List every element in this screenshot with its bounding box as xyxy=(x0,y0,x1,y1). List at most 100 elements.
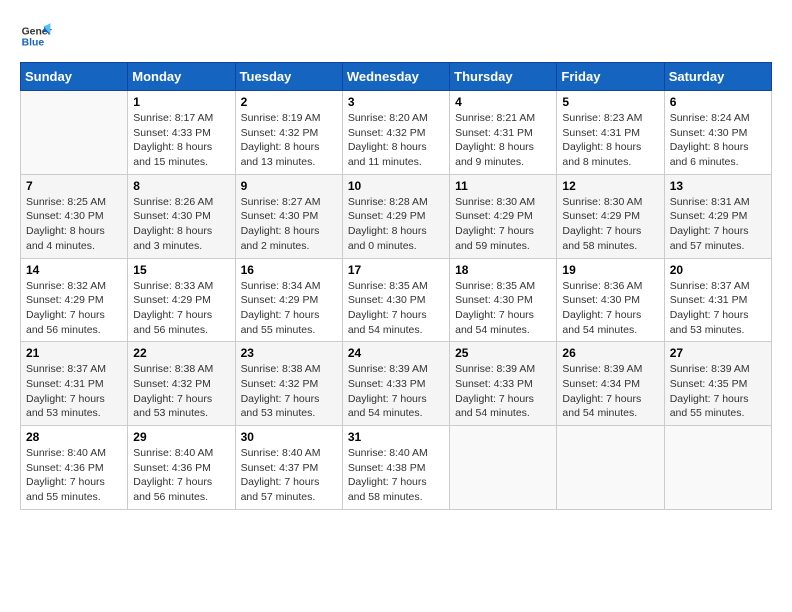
calendar-day-cell: 28 Sunrise: 8:40 AM Sunset: 4:36 PM Dayli… xyxy=(21,426,128,510)
day-number: 21 xyxy=(26,346,122,360)
day-number: 28 xyxy=(26,430,122,444)
day-number: 14 xyxy=(26,263,122,277)
calendar-day-cell: 11Sunrise: 8:30 AM Sunset: 4:29 PM Dayli… xyxy=(450,174,557,258)
empty-cell xyxy=(664,426,771,510)
logo-icon: General Blue xyxy=(20,20,52,52)
day-number: 5 xyxy=(562,95,658,109)
day-info: Sunrise: 8:31 AM Sunset: 4:29 PM Dayligh… xyxy=(670,195,766,254)
calendar-day-cell: 6Sunrise: 8:24 AM Sunset: 4:30 PM Daylig… xyxy=(664,91,771,175)
day-info: Sunrise: 8:37 AM Sunset: 4:31 PM Dayligh… xyxy=(26,362,122,421)
day-number: 2 xyxy=(241,95,337,109)
calendar-day-cell: 18 Sunrise: 8:35 AM Sunset: 4:30 PM Dayli… xyxy=(450,258,557,342)
day-number: 12 xyxy=(562,179,658,193)
day-info: Sunrise: 8:26 AM Sunset: 4:30 PM Dayligh… xyxy=(133,195,229,254)
day-number: 27 xyxy=(670,346,766,360)
day-info: Sunrise: 8:30 AM Sunset: 4:29 PM Dayligh… xyxy=(455,195,551,254)
day-info: Sunrise: 8:38 AM Sunset: 4:32 PM Dayligh… xyxy=(241,362,337,421)
day-number: 18 xyxy=(455,263,551,277)
logo: General Blue xyxy=(20,20,52,52)
day-info: Sunrise: 8:21 AM Sunset: 4:31 PM Dayligh… xyxy=(455,111,551,170)
day-number: 20 xyxy=(670,263,766,277)
calendar-day-cell: 29Sunrise: 8:40 AM Sunset: 4:36 PM Dayli… xyxy=(128,426,235,510)
calendar-table: SundayMondayTuesdayWednesdayThursdayFrid… xyxy=(20,62,772,510)
day-number: 17 xyxy=(348,263,444,277)
calendar-week-row: 1 Sunrise: 8:17 AM Sunset: 4:33 PM Daylig… xyxy=(21,91,772,175)
day-info: Sunrise: 8:38 AM Sunset: 4:32 PM Dayligh… xyxy=(133,362,229,421)
day-number: 16 xyxy=(241,263,337,277)
calendar-header-row: SundayMondayTuesdayWednesdayThursdayFrid… xyxy=(21,63,772,91)
calendar-day-cell: 19Sunrise: 8:36 AM Sunset: 4:30 PM Dayli… xyxy=(557,258,664,342)
calendar-day-cell: 26 Sunrise: 8:39 AM Sunset: 4:34 PM Dayli… xyxy=(557,342,664,426)
column-header-tuesday: Tuesday xyxy=(235,63,342,91)
day-info: Sunrise: 8:39 AM Sunset: 4:35 PM Dayligh… xyxy=(670,362,766,421)
calendar-day-cell: 31 Sunrise: 8:40 AM Sunset: 4:38 PM Dayli… xyxy=(342,426,449,510)
calendar-day-cell: 5 Sunrise: 8:23 AM Sunset: 4:31 PM Daylig… xyxy=(557,91,664,175)
calendar-day-cell: 16 Sunrise: 8:34 AM Sunset: 4:29 PM Dayli… xyxy=(235,258,342,342)
day-number: 15 xyxy=(133,263,229,277)
calendar-day-cell: 1 Sunrise: 8:17 AM Sunset: 4:33 PM Daylig… xyxy=(128,91,235,175)
calendar-day-cell: 12Sunrise: 8:30 AM Sunset: 4:29 PM Dayli… xyxy=(557,174,664,258)
day-info: Sunrise: 8:39 AM Sunset: 4:33 PM Dayligh… xyxy=(455,362,551,421)
calendar-week-row: 28 Sunrise: 8:40 AM Sunset: 4:36 PM Dayli… xyxy=(21,426,772,510)
day-info: Sunrise: 8:40 AM Sunset: 4:38 PM Dayligh… xyxy=(348,446,444,505)
calendar-day-cell: 2 Sunrise: 8:19 AM Sunset: 4:32 PM Daylig… xyxy=(235,91,342,175)
day-number: 19 xyxy=(562,263,658,277)
calendar-day-cell: 20 Sunrise: 8:37 AM Sunset: 4:31 PM Dayli… xyxy=(664,258,771,342)
day-number: 9 xyxy=(241,179,337,193)
day-info: Sunrise: 8:17 AM Sunset: 4:33 PM Dayligh… xyxy=(133,111,229,170)
calendar-day-cell: 10Sunrise: 8:28 AM Sunset: 4:29 PM Dayli… xyxy=(342,174,449,258)
day-info: Sunrise: 8:40 AM Sunset: 4:37 PM Dayligh… xyxy=(241,446,337,505)
day-info: Sunrise: 8:28 AM Sunset: 4:29 PM Dayligh… xyxy=(348,195,444,254)
day-number: 4 xyxy=(455,95,551,109)
day-number: 25 xyxy=(455,346,551,360)
calendar-day-cell: 21 Sunrise: 8:37 AM Sunset: 4:31 PM Dayli… xyxy=(21,342,128,426)
day-info: Sunrise: 8:19 AM Sunset: 4:32 PM Dayligh… xyxy=(241,111,337,170)
day-info: Sunrise: 8:39 AM Sunset: 4:34 PM Dayligh… xyxy=(562,362,658,421)
column-header-monday: Monday xyxy=(128,63,235,91)
day-info: Sunrise: 8:35 AM Sunset: 4:30 PM Dayligh… xyxy=(455,279,551,338)
column-header-thursday: Thursday xyxy=(450,63,557,91)
calendar-day-cell: 15 Sunrise: 8:33 AM Sunset: 4:29 PM Dayli… xyxy=(128,258,235,342)
calendar-day-cell: 9 Sunrise: 8:27 AM Sunset: 4:30 PM Daylig… xyxy=(235,174,342,258)
day-number: 24 xyxy=(348,346,444,360)
day-info: Sunrise: 8:37 AM Sunset: 4:31 PM Dayligh… xyxy=(670,279,766,338)
day-number: 13 xyxy=(670,179,766,193)
calendar-day-cell: 25 Sunrise: 8:39 AM Sunset: 4:33 PM Dayli… xyxy=(450,342,557,426)
day-info: Sunrise: 8:34 AM Sunset: 4:29 PM Dayligh… xyxy=(241,279,337,338)
column-header-friday: Friday xyxy=(557,63,664,91)
day-number: 31 xyxy=(348,430,444,444)
calendar-day-cell: 3Sunrise: 8:20 AM Sunset: 4:32 PM Daylig… xyxy=(342,91,449,175)
calendar-day-cell: 8 Sunrise: 8:26 AM Sunset: 4:30 PM Daylig… xyxy=(128,174,235,258)
day-number: 29 xyxy=(133,430,229,444)
column-header-wednesday: Wednesday xyxy=(342,63,449,91)
column-header-saturday: Saturday xyxy=(664,63,771,91)
day-info: Sunrise: 8:40 AM Sunset: 4:36 PM Dayligh… xyxy=(26,446,122,505)
day-number: 30 xyxy=(241,430,337,444)
day-number: 26 xyxy=(562,346,658,360)
day-number: 8 xyxy=(133,179,229,193)
empty-cell xyxy=(21,91,128,175)
day-info: Sunrise: 8:32 AM Sunset: 4:29 PM Dayligh… xyxy=(26,279,122,338)
calendar-day-cell: 23Sunrise: 8:38 AM Sunset: 4:32 PM Dayli… xyxy=(235,342,342,426)
day-number: 1 xyxy=(133,95,229,109)
calendar-week-row: 21 Sunrise: 8:37 AM Sunset: 4:31 PM Dayli… xyxy=(21,342,772,426)
svg-text:Blue: Blue xyxy=(22,38,45,49)
empty-cell xyxy=(450,426,557,510)
day-info: Sunrise: 8:33 AM Sunset: 4:29 PM Dayligh… xyxy=(133,279,229,338)
day-info: Sunrise: 8:23 AM Sunset: 4:31 PM Dayligh… xyxy=(562,111,658,170)
day-info: Sunrise: 8:24 AM Sunset: 4:30 PM Dayligh… xyxy=(670,111,766,170)
calendar-day-cell: 22 Sunrise: 8:38 AM Sunset: 4:32 PM Dayli… xyxy=(128,342,235,426)
day-number: 3 xyxy=(348,95,444,109)
day-info: Sunrise: 8:35 AM Sunset: 4:30 PM Dayligh… xyxy=(348,279,444,338)
calendar-day-cell: 24Sunrise: 8:39 AM Sunset: 4:33 PM Dayli… xyxy=(342,342,449,426)
calendar-day-cell: 30 Sunrise: 8:40 AM Sunset: 4:37 PM Dayli… xyxy=(235,426,342,510)
empty-cell xyxy=(557,426,664,510)
calendar-day-cell: 13 Sunrise: 8:31 AM Sunset: 4:29 PM Dayli… xyxy=(664,174,771,258)
day-info: Sunrise: 8:27 AM Sunset: 4:30 PM Dayligh… xyxy=(241,195,337,254)
calendar-week-row: 7Sunrise: 8:25 AM Sunset: 4:30 PM Daylig… xyxy=(21,174,772,258)
calendar-day-cell: 14 Sunrise: 8:32 AM Sunset: 4:29 PM Dayli… xyxy=(21,258,128,342)
calendar-week-row: 14 Sunrise: 8:32 AM Sunset: 4:29 PM Dayli… xyxy=(21,258,772,342)
calendar-day-cell: 7Sunrise: 8:25 AM Sunset: 4:30 PM Daylig… xyxy=(21,174,128,258)
day-number: 22 xyxy=(133,346,229,360)
page-header: General Blue xyxy=(20,20,772,52)
